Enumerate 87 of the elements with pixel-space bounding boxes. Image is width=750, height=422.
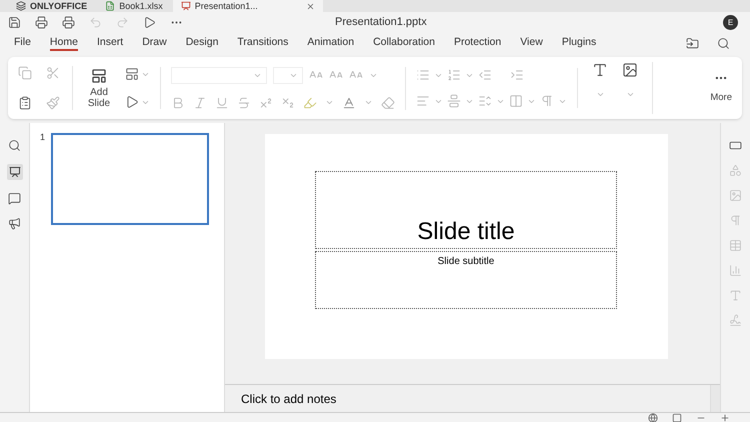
print-icon[interactable] — [35, 16, 48, 29]
search-icon[interactable] — [8, 139, 21, 152]
line-spacing-icon[interactable] — [478, 94, 492, 108]
image-settings-icon[interactable] — [729, 189, 742, 202]
slide-settings-icon[interactable] — [729, 139, 742, 152]
app-tab-label: Book1.xlsx — [119, 2, 163, 10]
language-icon[interactable] — [648, 413, 658, 422]
dropdown-caret-icon[interactable] — [596, 90, 604, 99]
menu-tab[interactable]: Home — [50, 35, 78, 51]
menu-tab[interactable]: Insert — [96, 35, 124, 51]
app-tab[interactable]: ONLYOFFICE — [8, 0, 96, 12]
numbering-icon[interactable] — [447, 68, 461, 82]
format-painter-icon[interactable] — [46, 96, 60, 110]
app-tab[interactable]: Book1.xlsx — [97, 0, 171, 12]
table-settings-icon[interactable] — [729, 239, 742, 252]
italic-icon[interactable] — [193, 96, 207, 110]
logo-icon — [16, 1, 26, 11]
image-icon[interactable] — [622, 62, 638, 78]
paragraph-icon[interactable] — [540, 94, 554, 108]
signature-settings-icon[interactable] — [729, 314, 742, 327]
clear-style-icon[interactable] — [381, 96, 395, 110]
dropdown-caret-icon[interactable] — [626, 90, 634, 99]
highlight-icon[interactable] — [303, 96, 317, 110]
superscript-icon[interactable] — [259, 96, 273, 110]
layout-icon[interactable] — [125, 67, 139, 81]
search-icon[interactable] — [717, 36, 730, 50]
align-left-icon[interactable] — [416, 94, 430, 108]
increase-indent-icon[interactable] — [510, 68, 524, 82]
shape-settings-icon[interactable] — [729, 164, 742, 177]
slide-subtitle: Slide subtitle — [438, 255, 494, 269]
menu-tab[interactable]: Animation — [307, 35, 354, 51]
paragraph-settings-icon[interactable] — [729, 214, 742, 227]
slide-thumbnail[interactable] — [51, 133, 210, 225]
dropdown-caret-icon[interactable] — [325, 98, 334, 107]
document-title: Presentation1.pptx — [335, 15, 427, 30]
presentation-icon — [180, 1, 191, 11]
add-slide-button[interactable]: Add Slide — [79, 68, 119, 108]
app-tab-label: ONLYOFFICE — [30, 2, 88, 10]
underline-icon[interactable] — [215, 96, 229, 110]
slide-title: Slide title — [417, 218, 515, 246]
text-box-icon[interactable] — [592, 62, 608, 78]
font-size-field[interactable] — [273, 66, 303, 84]
comments-icon[interactable] — [8, 192, 21, 205]
vertical-align-icon[interactable] — [447, 94, 461, 108]
notes-scrollbar[interactable] — [710, 385, 720, 412]
subscript-icon[interactable] — [281, 96, 295, 110]
text-art-settings-icon[interactable] — [729, 289, 742, 302]
strikethrough-icon[interactable] — [237, 96, 251, 110]
menu-tab[interactable]: Transitions — [237, 35, 288, 51]
quick-print-icon[interactable] — [62, 16, 75, 29]
fit-slide-icon[interactable] — [672, 413, 682, 422]
folder-icon[interactable] — [686, 36, 699, 50]
menu-tab[interactable]: File — [14, 35, 31, 51]
columns-icon[interactable] — [509, 94, 523, 108]
chart-settings-icon[interactable] — [729, 264, 742, 277]
undo-icon[interactable] — [89, 16, 102, 29]
slide-number: 1 — [40, 133, 46, 144]
app-tab-label: Presentation1... — [194, 2, 258, 10]
menu-tab[interactable]: Collaboration — [373, 35, 435, 51]
font-name-field[interactable] — [171, 66, 267, 84]
menu-tab[interactable]: Plugins — [562, 35, 596, 51]
bold-icon[interactable] — [171, 96, 185, 110]
menu-tab[interactable]: Design — [186, 35, 218, 51]
add-slide-icon — [91, 68, 107, 84]
slideshow-icon[interactable] — [143, 16, 156, 29]
paste-icon[interactable] — [18, 96, 32, 110]
menu-tab[interactable]: View — [520, 35, 543, 51]
more-button[interactable]: More — [710, 70, 732, 106]
redo-icon[interactable] — [116, 16, 129, 29]
dropdown-caret-icon[interactable] — [364, 98, 373, 107]
close-icon[interactable] — [306, 2, 315, 10]
menu-tab[interactable]: Protection — [454, 35, 502, 51]
spreadsheet-icon — [105, 1, 116, 11]
subtitle-placeholder[interactable]: Slide subtitle — [315, 251, 617, 309]
decrease-indent-icon[interactable] — [478, 68, 492, 82]
slides-button[interactable] — [6, 164, 22, 180]
zoom-in-icon[interactable] — [720, 413, 730, 422]
app-tab[interactable]: Presentation1... — [172, 0, 323, 12]
cut-icon[interactable] — [46, 66, 60, 80]
title-placeholder[interactable]: Slide title — [315, 171, 617, 249]
copy-icon[interactable] — [18, 66, 32, 80]
user-avatar[interactable]: E — [723, 15, 738, 30]
menu-tab[interactable]: Draw — [142, 35, 167, 51]
slideshow-icon[interactable] — [125, 95, 139, 109]
save-icon[interactable] — [8, 16, 21, 29]
megaphone-icon[interactable] — [8, 217, 21, 230]
font-color-icon[interactable] — [342, 96, 356, 110]
